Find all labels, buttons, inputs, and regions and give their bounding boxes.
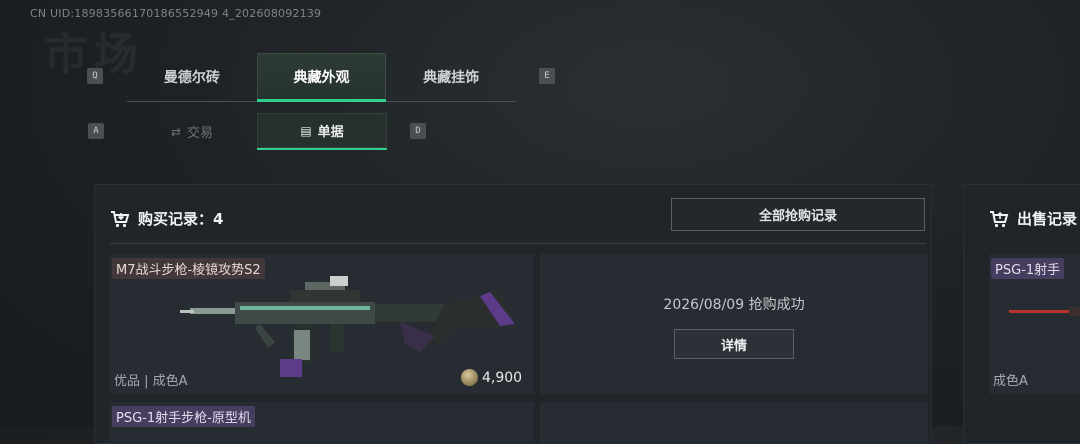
item-card: M7战斗步枪-棱镜攻势S2 优品 | 成色A 4,900 <box>110 254 534 394</box>
item-name: PSG-1射手步枪-原型机 <box>112 406 255 427</box>
rifle-image <box>1009 307 1080 316</box>
purchase-record-item[interactable]: PSG-1射手步枪-原型机 <box>110 402 534 442</box>
sell-header: 出售记录 <box>989 208 1077 229</box>
tab-collection-charms[interactable]: 典藏挂饰 <box>386 53 516 101</box>
key-hint-e: E <box>539 68 555 84</box>
all-rush-records-button[interactable]: 全部抢购记录 <box>671 198 925 231</box>
receipt-icon: ▤ <box>300 123 312 138</box>
key-hint-q: Q <box>87 68 103 84</box>
sell-cart-icon <box>990 210 1009 227</box>
item-name: PSG-1射手 <box>991 258 1065 279</box>
item-quality: 成色A <box>993 374 1028 389</box>
sub-tabs: ⇄ 交易 ▤ 单据 <box>127 113 387 150</box>
category-tabs: 曼德尔砖 典藏外观 典藏挂饰 <box>127 53 516 102</box>
coin-icon <box>461 369 478 386</box>
item-price: 4,900 <box>461 369 522 386</box>
purchase-record-item[interactable]: M7战斗步枪-棱镜攻势S2 优品 | 成色A 4,900 2026/08/09 … <box>110 254 928 394</box>
item-record-info: 2026/08/09 抢购成功 详情 <box>540 254 928 394</box>
tab-trade[interactable]: ⇄ 交易 <box>127 113 257 150</box>
item-quality: 优品 | 成色A <box>114 374 188 389</box>
key-hint-a: A <box>88 123 104 139</box>
divider <box>110 243 926 244</box>
sell-title: 出售记录 <box>1017 210 1078 228</box>
key-hint-d: D <box>410 123 426 139</box>
purchase-records-panel: 购买记录：4 全部抢购记录 M7战斗步枪-棱镜攻势S2 优品 | 成色A 4,9… <box>94 184 932 444</box>
sell-record-item[interactable]: PSG-1射手 成色A <box>989 254 1080 394</box>
tab-mandel-brick[interactable]: 曼德尔砖 <box>127 53 257 101</box>
tab-collection-skins[interactable]: 典藏外观 <box>256 53 387 102</box>
purchase-title: 购买记录：4 <box>138 210 224 228</box>
purchase-header: 购买记录：4 <box>110 208 223 229</box>
detail-button[interactable]: 详情 <box>674 329 794 359</box>
tab-receipts[interactable]: ▤ 单据 <box>257 113 387 150</box>
record-status: 2026/08/09 抢购成功 <box>663 297 805 313</box>
item-record-info <box>540 402 928 442</box>
trade-icon: ⇄ <box>170 124 182 139</box>
rifle-image <box>180 276 515 377</box>
sell-records-panel: 出售记录 PSG-1射手 成色A <box>963 184 1080 444</box>
cart-icon <box>111 210 130 227</box>
